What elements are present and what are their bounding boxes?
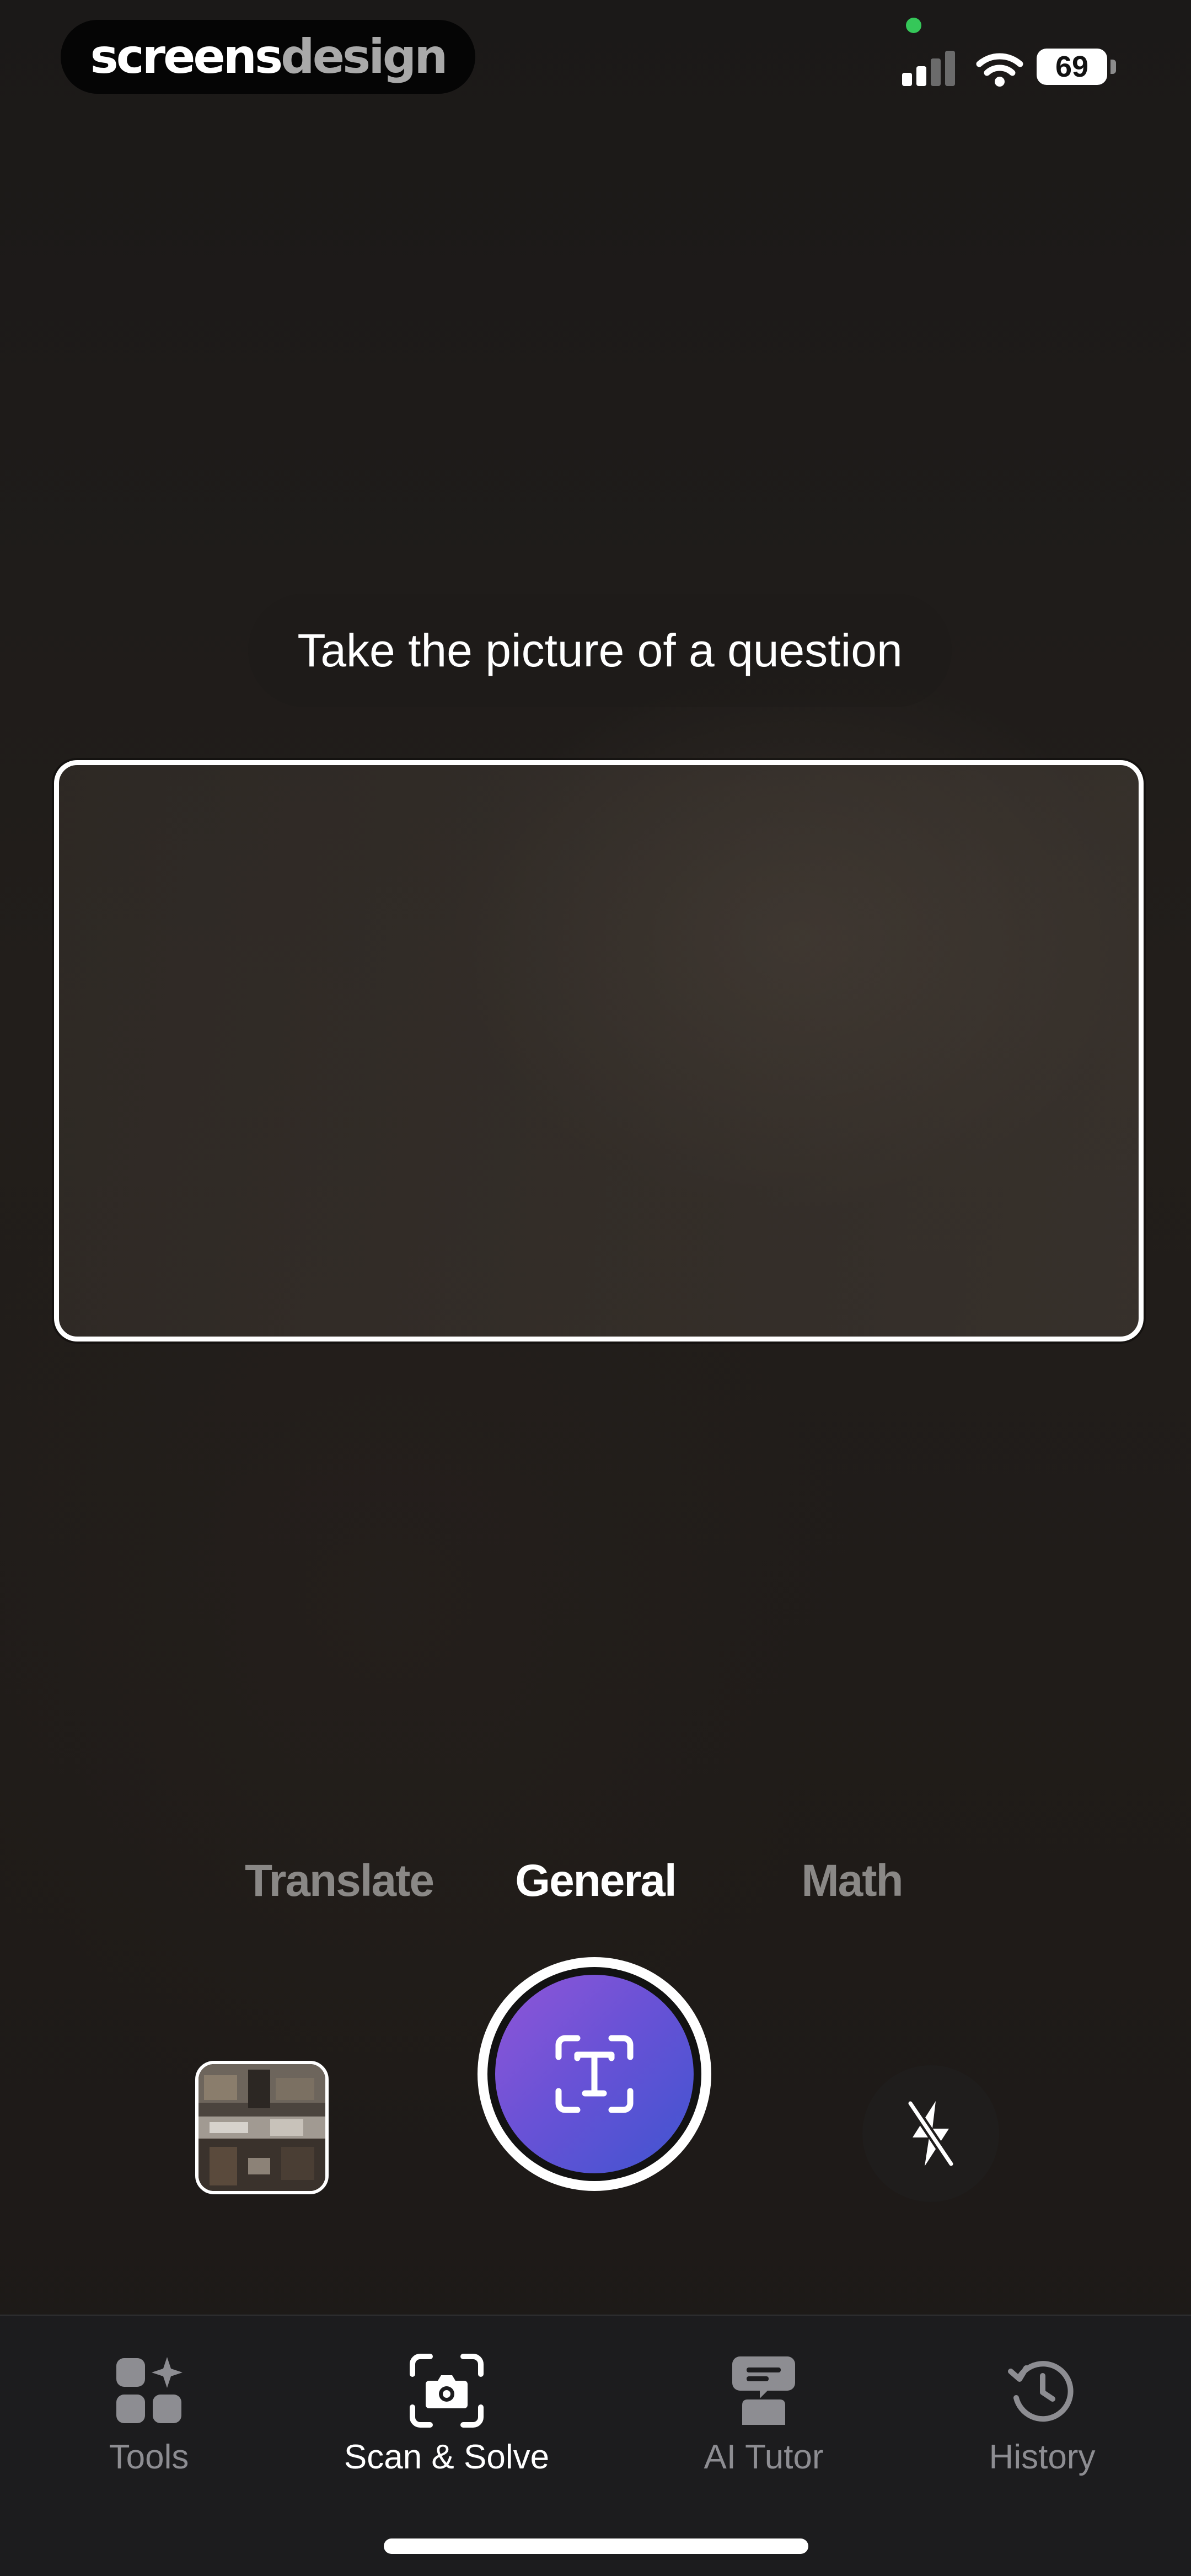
tab-history[interactable]: History — [959, 2349, 1125, 2526]
camera-screen: screens design 69 Take the picture of a q… — [0, 0, 1191, 2576]
scan-instruction-text: Take the picture of a question — [297, 624, 903, 676]
shutter-button[interactable] — [478, 1957, 711, 2191]
tab-bar: Tools Scan & Solve AI Tutor History — [0, 2315, 1191, 2576]
battery-cap — [1110, 60, 1116, 74]
tab-history-label: History — [989, 2438, 1096, 2476]
tab-scan-solve-label: Scan & Solve — [344, 2438, 550, 2476]
flash-off-icon — [906, 2099, 956, 2168]
shutter-inner-ring — [487, 1967, 701, 2181]
scan-frame[interactable] — [54, 760, 1144, 1342]
tools-grid-icon — [116, 2357, 183, 2423]
watermark-secondary: design — [281, 29, 448, 84]
screensdesign-watermark: screens design — [61, 20, 475, 94]
mode-general[interactable]: General — [474, 1848, 717, 1914]
tab-tools-label: Tools — [109, 2438, 189, 2476]
shutter-core — [495, 1975, 694, 2173]
signal-icon — [902, 51, 957, 86]
gallery-thumbnail[interactable] — [195, 2061, 329, 2194]
tab-scan-solve[interactable]: Scan & Solve — [309, 2349, 584, 2526]
tab-ai-tutor-label: AI Tutor — [704, 2438, 824, 2476]
watermark-primary: screens — [90, 29, 283, 84]
scan-instruction: Take the picture of a question — [248, 594, 952, 707]
text-scan-icon — [555, 2035, 634, 2113]
battery-icon: 69 — [1037, 49, 1107, 85]
gallery-photo — [198, 2064, 325, 2191]
tab-tools[interactable]: Tools — [66, 2349, 232, 2526]
tab-ai-tutor[interactable]: AI Tutor — [662, 2349, 866, 2526]
scan-mode-selector: Translate General Math — [0, 1848, 1191, 1914]
mode-translate[interactable]: Translate — [215, 1848, 463, 1914]
ai-tutor-icon — [732, 2356, 795, 2425]
battery-level: 69 — [1055, 50, 1089, 83]
camera-in-use-indicator — [906, 18, 921, 33]
wifi-icon — [976, 53, 1023, 87]
mode-math[interactable]: Math — [728, 1848, 976, 1914]
history-icon — [1008, 2361, 1074, 2422]
camera-scan-icon — [410, 2354, 484, 2428]
flash-toggle-button[interactable] — [862, 2065, 999, 2202]
home-indicator[interactable] — [384, 2538, 808, 2554]
